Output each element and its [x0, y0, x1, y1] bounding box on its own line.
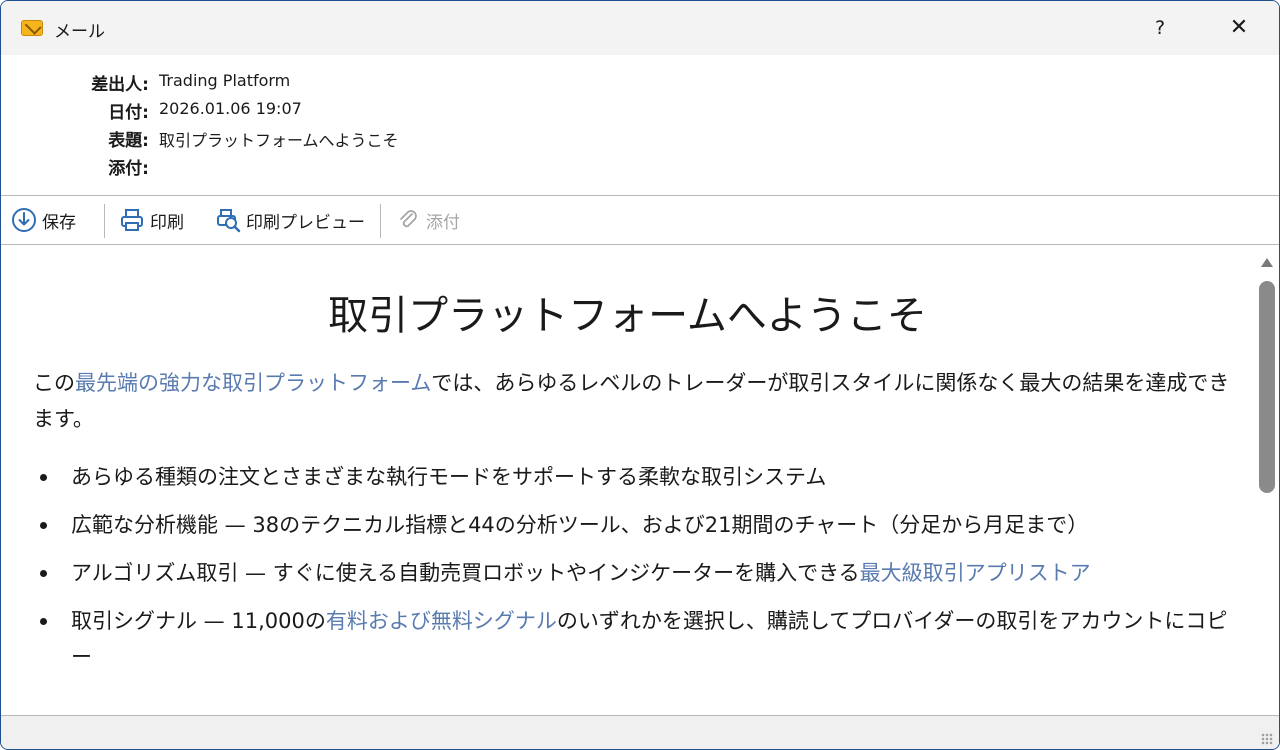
scroll-up-arrow-icon[interactable]: [1261, 258, 1273, 267]
vertical-scrollbar[interactable]: [1254, 245, 1279, 715]
mail-body: 取引プラットフォームへようこそ この最先端の強力な取引プラットフォームでは、あら…: [1, 245, 1254, 715]
download-circle-icon: [12, 208, 36, 232]
toolbar-separator: [380, 204, 381, 238]
list-item-text: 取引シグナル — 11,000の: [71, 609, 326, 633]
list-item: 取引シグナル — 11,000の有料および無料シグナルのいずれかを選択し、購読し…: [33, 603, 1233, 675]
title-bar[interactable]: メール ? ✕: [1, 1, 1279, 55]
list-item: アルゴリズム取引 — すぐに使える自動売買ロボットやインジケーターを購入できる最…: [33, 555, 1233, 591]
feature-list: あらゆる種類の注文とさまざまな執行モードをサポートする柔軟な取引システム 広範な…: [33, 459, 1233, 687]
print-label: 印刷: [150, 212, 184, 233]
print-button[interactable]: 印刷: [119, 204, 184, 236]
close-button[interactable]: ✕: [1219, 9, 1259, 47]
toolbar: 保存 印刷 印刷プレビュー 添付: [1, 196, 1279, 244]
subject-value: 取引プラットフォームへようこそ: [159, 131, 399, 150]
intro-paragraph: この最先端の強力な取引プラットフォームでは、あらゆるレベルのトレーダーが取引スタ…: [33, 365, 1233, 437]
toolbar-separator: [104, 204, 105, 238]
help-button[interactable]: ?: [1141, 9, 1179, 47]
print-preview-icon: [217, 209, 241, 233]
printer-icon: [121, 209, 143, 231]
scroll-thumb[interactable]: [1259, 281, 1275, 493]
from-value: Trading Platform: [159, 71, 291, 90]
mail-window: メール ? ✕ 差出人: Trading Platform 日付: 2026.0…: [0, 0, 1280, 750]
attachment-row: 添付:: [1, 152, 601, 180]
platform-link[interactable]: 最先端の強力な取引プラットフォーム: [75, 371, 431, 395]
date-row: 日付: 2026.01.06 19:07: [1, 96, 601, 124]
list-item-text: アルゴリズム取引 — すぐに使える自動売買ロボットやインジケーターを購入できる: [71, 561, 860, 585]
print-preview-button[interactable]: 印刷プレビュー: [215, 204, 365, 236]
subject-row: 表題: 取引プラットフォームへようこそ: [1, 124, 601, 152]
list-item: あらゆる種類の注文とさまざまな執行モードをサポートする柔軟な取引システム: [33, 459, 1233, 495]
date-label: 日付:: [108, 103, 149, 123]
resize-grip-icon[interactable]: [1261, 733, 1273, 745]
attach-button[interactable]: 添付: [395, 204, 460, 236]
attachment-label: 添付:: [108, 159, 149, 179]
window-title: メール: [54, 22, 105, 42]
attach-label: 添付: [426, 212, 460, 233]
paperclip-icon: [400, 210, 417, 228]
list-item-text: 広範な分析機能 — 38のテクニカル指標と44の分析ツール、および21期間のチャ…: [71, 513, 1089, 537]
intro-prefix: この: [33, 371, 75, 395]
save-label: 保存: [42, 212, 76, 233]
subject-label: 表題:: [108, 131, 149, 151]
signals-link[interactable]: 有料および無料シグナル: [326, 609, 557, 633]
app-store-link[interactable]: 最大級取引アプリストア: [860, 561, 1091, 585]
mail-body-title: 取引プラットフォームへようこそ: [328, 293, 927, 339]
list-item: 広範な分析機能 — 38のテクニカル指標と44の分析ツール、および21期間のチャ…: [33, 507, 1233, 543]
print-preview-label: 印刷プレビュー: [246, 212, 365, 233]
list-item-text: あらゆる種類の注文とさまざまな執行モードをサポートする柔軟な取引システム: [71, 465, 827, 489]
date-value: 2026.01.06 19:07: [159, 99, 302, 118]
status-bar: [1, 715, 1279, 749]
save-button[interactable]: 保存: [11, 204, 76, 236]
from-label: 差出人:: [91, 75, 149, 95]
mail-header: 差出人: Trading Platform 日付: 2026.01.06 19:…: [1, 55, 1279, 196]
mail-envelope-icon: [21, 20, 43, 36]
from-row: 差出人: Trading Platform: [1, 68, 601, 96]
